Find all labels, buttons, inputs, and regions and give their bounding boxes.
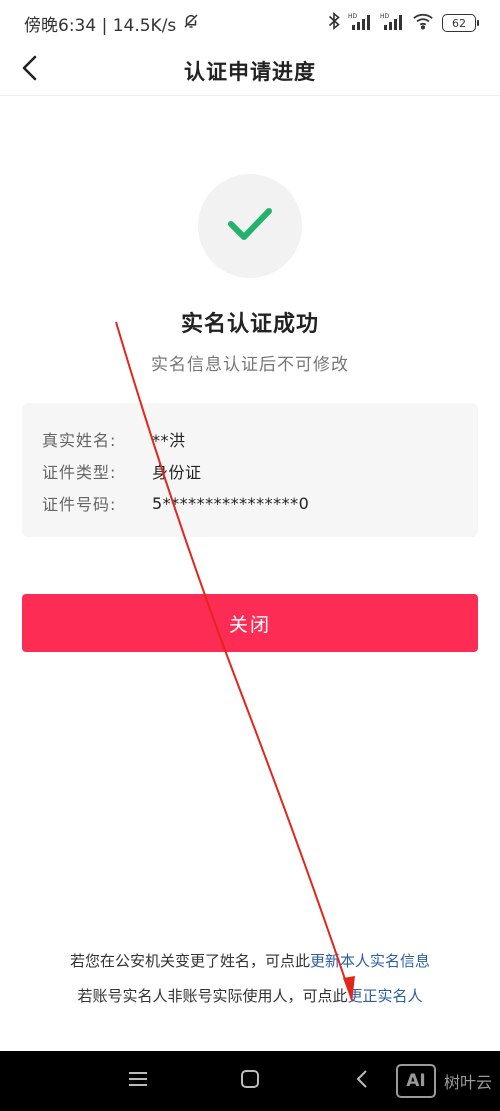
bell-off-icon bbox=[182, 12, 200, 35]
annotation-arrow bbox=[115, 321, 355, 1002]
status-left: 傍晚6:34 | 14.5K/s bbox=[24, 11, 200, 36]
info-value: 身份证 bbox=[152, 463, 202, 482]
success-badge bbox=[198, 174, 302, 278]
info-row-id-number: 证件号码: 5****************0 bbox=[42, 487, 478, 519]
info-value: 5****************0 bbox=[152, 493, 310, 513]
battery-indicator: 62 bbox=[442, 14, 479, 32]
owner-note: 若账号实名人非账号实际使用人，可点此更正实名人 bbox=[0, 985, 500, 1006]
owner-note-text: 若账号实名人非账号实际使用人，可点此 bbox=[77, 987, 348, 1005]
app-header: 认证申请进度 bbox=[0, 46, 500, 96]
rename-note: 若您在公安机关变更了姓名，可点此更新本人实名信息 bbox=[0, 950, 500, 971]
signal-icon: HD bbox=[380, 12, 404, 35]
info-row-name: 真实姓名: **洪 bbox=[42, 423, 478, 455]
home-square-icon bbox=[240, 1069, 260, 1093]
info-label: 证件类型: bbox=[42, 463, 117, 482]
info-value: **洪 bbox=[152, 431, 186, 450]
status-time-speed: 傍晚6:34 | 14.5K/s bbox=[24, 15, 177, 36]
svg-text:HD: HD bbox=[348, 13, 358, 20]
info-label: 真实姓名: bbox=[42, 431, 117, 450]
back-button[interactable] bbox=[10, 50, 50, 90]
rename-note-text: 若您在公安机关变更了姓名，可点此 bbox=[69, 952, 310, 970]
chevron-left-icon bbox=[19, 55, 41, 85]
nav-back-button[interactable] bbox=[346, 1065, 378, 1097]
system-nav-bar: AI 树叶云 bbox=[0, 1051, 500, 1111]
watermark-text: 树叶云 bbox=[443, 1073, 492, 1092]
info-label: 证件号码: bbox=[42, 495, 117, 514]
info-row-id-type: 证件类型: 身份证 bbox=[42, 455, 478, 487]
signal-icon: HD bbox=[348, 12, 372, 35]
menu-icon bbox=[128, 1071, 148, 1091]
watermark-logo: AI bbox=[395, 1064, 436, 1098]
menu-button[interactable] bbox=[122, 1065, 154, 1097]
svg-text:HD: HD bbox=[380, 13, 390, 20]
wifi-icon bbox=[412, 12, 434, 35]
identity-info-card: 真实姓名: **洪 证件类型: 身份证 证件号码: 5*************… bbox=[22, 403, 478, 537]
correct-realname-owner-link[interactable]: 更正实名人 bbox=[348, 987, 423, 1005]
success-subtitle: 实名信息认证后不可修改 bbox=[151, 355, 349, 375]
status-right: HD HD 62 bbox=[328, 11, 479, 35]
check-icon bbox=[225, 204, 275, 248]
update-realname-link[interactable]: 更新本人实名信息 bbox=[310, 952, 430, 970]
bluetooth-icon bbox=[328, 11, 340, 35]
nav-back-icon bbox=[355, 1069, 369, 1093]
close-button[interactable]: 关闭 bbox=[22, 594, 478, 652]
page-title: 认证申请进度 bbox=[184, 59, 316, 84]
home-button[interactable] bbox=[234, 1065, 266, 1097]
success-title: 实名认证成功 bbox=[180, 312, 319, 337]
status-bar: 傍晚6:34 | 14.5K/s HD HD 62 bbox=[0, 0, 500, 46]
watermark: AI 树叶云 bbox=[395, 1061, 492, 1101]
